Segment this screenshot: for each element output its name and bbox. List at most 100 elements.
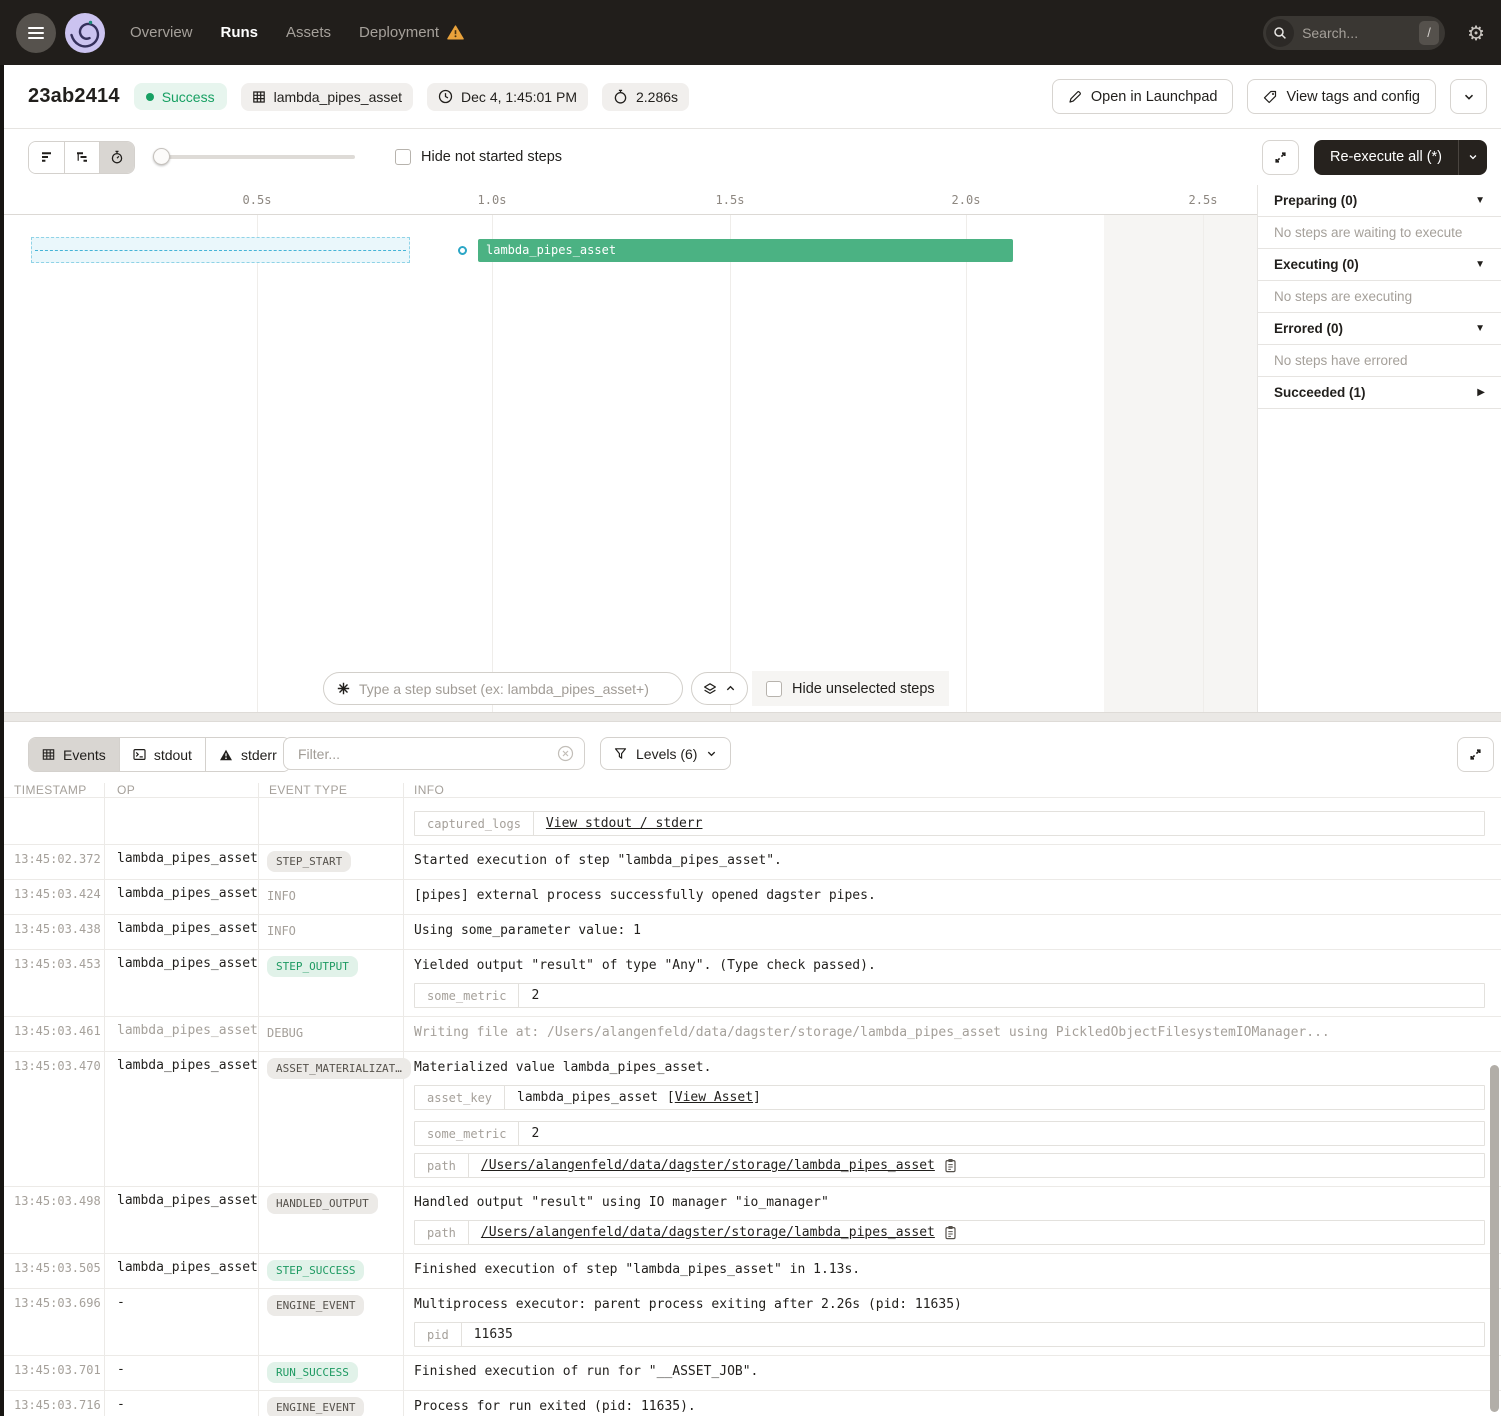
log-info: Finished execution of step "lambda_pipes… bbox=[404, 1254, 1501, 1288]
log-row: captured_logsView stdout / stderr bbox=[0, 798, 1501, 844]
stopwatch-icon bbox=[613, 89, 628, 104]
settings-gear-icon[interactable]: ⚙ bbox=[1467, 23, 1485, 43]
panel-resize-divider[interactable] bbox=[0, 712, 1501, 722]
log-timestamp: 13:45:03.696 bbox=[0, 1289, 105, 1355]
nav-item-runs[interactable]: Runs bbox=[221, 24, 259, 41]
sidebar-section-body: No steps are executing bbox=[1258, 281, 1501, 313]
nav-item-label: Runs bbox=[221, 24, 259, 41]
log-filter-input[interactable] bbox=[298, 746, 557, 762]
sidebar-section-header[interactable]: Preparing (0)▼ bbox=[1258, 185, 1501, 217]
event-type-pill: STEP_OUTPUT bbox=[267, 956, 358, 977]
hide-not-started-checkbox[interactable] bbox=[395, 149, 411, 165]
log-op: - bbox=[105, 1289, 259, 1355]
log-timestamp: 13:45:03.701 bbox=[0, 1356, 105, 1390]
log-timestamp: 13:45:02.372 bbox=[0, 845, 105, 879]
sidebar-section-header[interactable]: Succeeded (1)▶ bbox=[1258, 377, 1501, 409]
reexecute-all-button[interactable]: Re-execute all (*) bbox=[1314, 140, 1487, 175]
log-tab-events[interactable]: Events bbox=[29, 738, 119, 771]
sidebar-section-header[interactable]: Executing (0)▼ bbox=[1258, 249, 1501, 281]
metadata-value-link[interactable]: View stdout / stderr bbox=[546, 816, 703, 831]
hide-unselected-checkbox[interactable] bbox=[766, 681, 782, 697]
metadata-value: 2 bbox=[519, 984, 1484, 1007]
log-timestamp bbox=[0, 798, 105, 844]
view-mode-flat-button[interactable] bbox=[29, 142, 64, 173]
log-fullscreen-button[interactable] bbox=[1457, 737, 1494, 772]
dagster-logo-icon bbox=[62, 10, 108, 56]
event-type-pill: STEP_SUCCESS bbox=[267, 1260, 364, 1281]
log-event-type: STEP_START bbox=[259, 845, 404, 879]
log-column-header: INFO bbox=[404, 783, 1501, 797]
log-info-text: Started execution of step "lambda_pipes_… bbox=[414, 851, 1487, 871]
copy-path-button[interactable] bbox=[944, 1225, 957, 1240]
hide-not-started-toggle[interactable]: Hide not started steps bbox=[395, 149, 562, 165]
view-mode-waterfall-button[interactable] bbox=[64, 142, 99, 173]
metadata-entry: asset_keylambda_pipes_asset[View Asset] bbox=[414, 1085, 1485, 1110]
dagster-logo[interactable] bbox=[62, 10, 108, 56]
log-filter-field[interactable] bbox=[283, 737, 585, 770]
step-subset-input[interactable] bbox=[359, 681, 670, 697]
log-op: lambda_pipes_asset bbox=[105, 1052, 259, 1186]
step-subset-field[interactable] bbox=[323, 672, 683, 705]
view-tags-config-button[interactable]: View tags and config bbox=[1247, 79, 1436, 114]
job-tag[interactable]: lambda_pipes_asset bbox=[241, 83, 413, 111]
log-op: lambda_pipes_asset bbox=[105, 915, 259, 949]
log-info: Materialized value lambda_pipes_asset.as… bbox=[404, 1052, 1501, 1186]
metadata-value-text: 11635 bbox=[474, 1327, 513, 1342]
view-asset-wrap: [View Asset] bbox=[667, 1090, 761, 1105]
log-info: Process for run exited (pid: 11635). bbox=[404, 1391, 1501, 1416]
graph-query-toggle-button[interactable] bbox=[691, 672, 748, 705]
nav-item-overview[interactable]: Overview bbox=[130, 24, 193, 41]
metadata-entry: path/Users/alangenfeld/data/dagster/stor… bbox=[414, 1153, 1485, 1178]
run-id: 23ab2414 bbox=[28, 85, 120, 108]
expand-icon bbox=[1468, 747, 1483, 762]
run-header-more-button[interactable] bbox=[1450, 79, 1487, 114]
copy-path-button[interactable] bbox=[944, 1158, 957, 1173]
hide-unselected-toggle[interactable]: Hide unselected steps bbox=[752, 671, 949, 706]
log-table-header: TIMESTAMPOPEVENT TYPEINFO bbox=[0, 783, 1501, 798]
log-row: 13:45:02.372lambda_pipes_assetSTEP_START… bbox=[0, 844, 1501, 879]
log-info: Multiprocess executor: parent process ex… bbox=[404, 1289, 1501, 1355]
log-op: lambda_pipes_asset bbox=[105, 880, 259, 914]
levels-filter-button[interactable]: Levels (6) bbox=[600, 737, 731, 770]
caret-down-icon: ▼ bbox=[1475, 259, 1485, 270]
log-tab-stderr[interactable]: stderr bbox=[205, 738, 290, 771]
job-grid-icon bbox=[252, 90, 266, 104]
metadata-key: path bbox=[415, 1154, 469, 1177]
reexecute-options-button[interactable] bbox=[1458, 140, 1487, 175]
log-info: Finished execution of run for "__ASSET_J… bbox=[404, 1356, 1501, 1390]
gantt-step-bar[interactable]: lambda_pipes_asset bbox=[478, 239, 1013, 262]
tag-icon bbox=[1263, 90, 1277, 104]
event-type-pill: HANDLED_OUTPUT bbox=[267, 1193, 378, 1214]
log-row: 13:45:03.716-ENGINE_EVENTProcess for run… bbox=[0, 1390, 1501, 1416]
run-header: 23ab2414 Success lambda_pipes_asset Dec … bbox=[0, 65, 1501, 129]
log-info-text: Using some_parameter value: 1 bbox=[414, 921, 1487, 941]
top-nav: Overview Runs Assets Deployment / ⚙ bbox=[0, 0, 1501, 65]
open-in-launchpad-button[interactable]: Open in Launchpad bbox=[1052, 79, 1234, 114]
log-tab-stdout[interactable]: stdout bbox=[119, 738, 205, 771]
menu-button[interactable] bbox=[16, 13, 56, 53]
zoom-slider-thumb[interactable] bbox=[153, 148, 170, 165]
event-type-text: INFO bbox=[267, 921, 296, 938]
log-scrollbar-thumb[interactable] bbox=[1490, 1065, 1499, 1412]
log-info-text: Yielded output "result" of type "Any". (… bbox=[414, 956, 1487, 976]
clear-filter-icon[interactable] bbox=[557, 745, 574, 762]
view-mode-timed-button[interactable] bbox=[99, 142, 134, 173]
log-row: 13:45:03.424lambda_pipes_assetINFO[pipes… bbox=[0, 879, 1501, 914]
log-panel: Events stdout stderr Levels (6) TIMESTAMPO… bbox=[0, 722, 1501, 1416]
view-asset-link[interactable]: View Asset bbox=[675, 1090, 753, 1105]
chevron-down-icon bbox=[706, 748, 717, 759]
nav-item-deployment[interactable]: Deployment bbox=[359, 24, 464, 41]
metadata-value-link[interactable]: /Users/alangenfeld/data/dagster/storage/… bbox=[481, 1225, 935, 1240]
global-search[interactable]: / bbox=[1263, 16, 1445, 50]
chevron-down-icon bbox=[1463, 91, 1475, 103]
status-dot bbox=[146, 93, 154, 101]
log-row: 13:45:03.453lambda_pipes_assetSTEP_OUTPU… bbox=[0, 949, 1501, 1016]
metadata-value-link[interactable]: /Users/alangenfeld/data/dagster/storage/… bbox=[481, 1158, 935, 1173]
sidebar-section-body: No steps are waiting to execute bbox=[1258, 217, 1501, 249]
search-input[interactable] bbox=[1302, 25, 1419, 41]
zoom-slider[interactable] bbox=[155, 155, 355, 159]
sidebar-section-header[interactable]: Errored (0)▼ bbox=[1258, 313, 1501, 345]
gantt-fullscreen-button[interactable] bbox=[1262, 140, 1299, 175]
nav-item-assets[interactable]: Assets bbox=[286, 24, 331, 41]
log-tab-label: stdout bbox=[154, 747, 192, 763]
